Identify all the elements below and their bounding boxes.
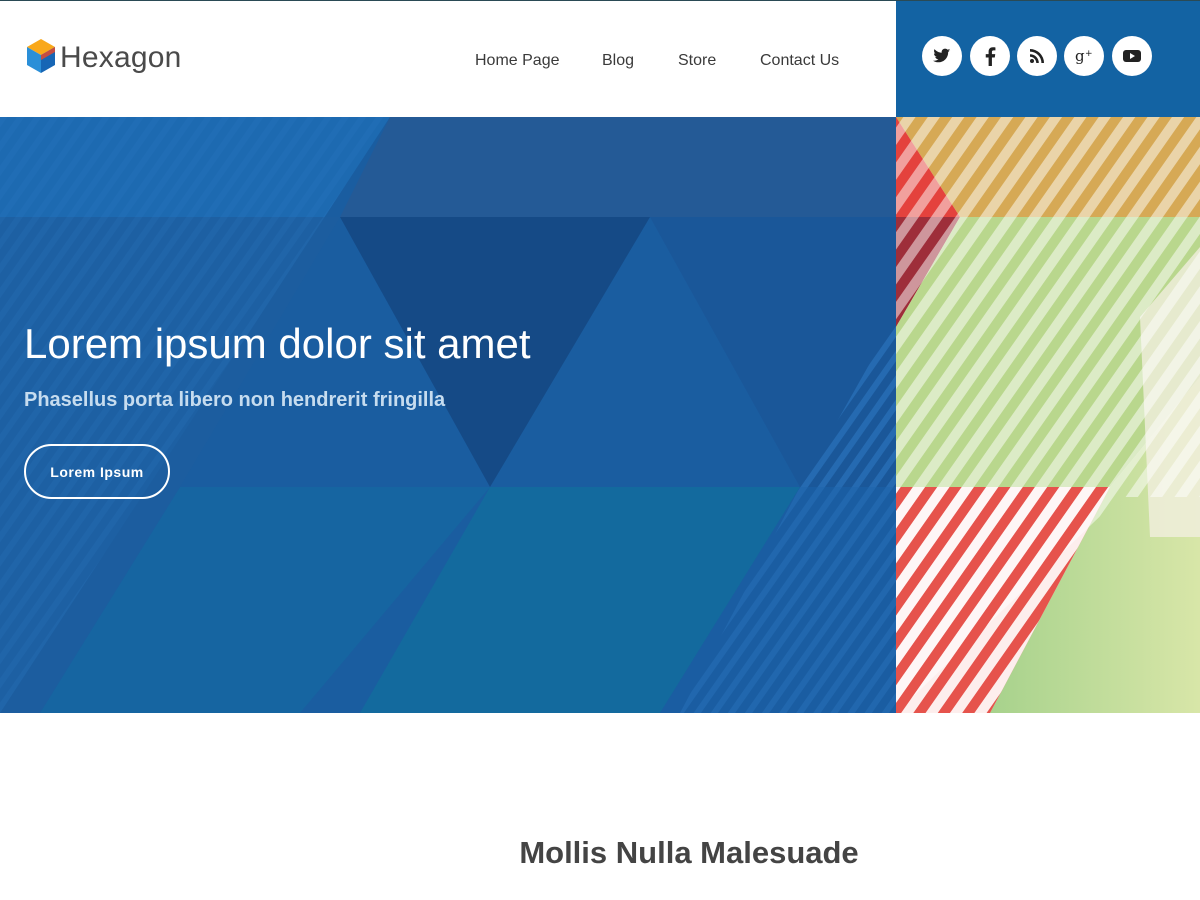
svg-text:g: g: [1075, 48, 1085, 64]
google-plus-icon[interactable]: g +: [1064, 36, 1104, 76]
nav-item-home[interactable]: Home Page: [475, 50, 560, 72]
nav-item-blog[interactable]: Blog: [602, 50, 634, 72]
social-bar: g +: [896, 1, 1200, 118]
hero-cta-button[interactable]: Lorem Ipsum: [24, 444, 170, 499]
rss-icon[interactable]: [1017, 36, 1057, 76]
hero-banner: Lorem ipsum dolor sit amet Phasellus por…: [0, 117, 1200, 713]
section-title: Mollis Nulla Malesuade: [519, 835, 859, 870]
site-header: Hexagon Home Page Blog Store Contact Us …: [0, 0, 1200, 118]
main-nav: Home Page Blog Store Contact Us: [0, 50, 896, 72]
facebook-icon[interactable]: [970, 36, 1010, 76]
nav-item-store[interactable]: Store: [678, 50, 716, 72]
svg-text:+: +: [1085, 49, 1093, 59]
hero-background-graphic: [0, 117, 1200, 713]
twitter-icon[interactable]: [922, 36, 962, 76]
youtube-icon[interactable]: [1112, 36, 1152, 76]
nav-item-contact[interactable]: Contact Us: [760, 50, 839, 72]
hero-title: Lorem ipsum dolor sit amet: [24, 320, 531, 367]
hero-subtitle: Phasellus porta libero non hendrerit fri…: [24, 389, 446, 411]
